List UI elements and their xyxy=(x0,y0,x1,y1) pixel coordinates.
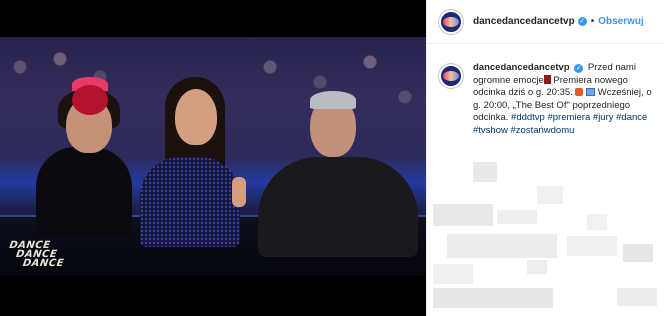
header-separator: • xyxy=(590,16,595,27)
pixelated-comment xyxy=(587,214,607,230)
judge-3-hair xyxy=(310,91,356,109)
judge-1-hat xyxy=(72,85,108,115)
avatar[interactable] xyxy=(439,9,463,34)
follow-button[interactable]: Obserwuj xyxy=(598,16,644,27)
pixelated-comment xyxy=(537,186,563,204)
pixelated-comment xyxy=(433,264,473,284)
emoji-icon xyxy=(543,74,551,84)
hashtag[interactable]: #premiera xyxy=(547,112,590,123)
show-logo: DANCE DANCE DANCE xyxy=(6,240,76,269)
emoji-icon xyxy=(575,88,584,96)
pixelated-comment xyxy=(617,288,657,306)
emoji-icon xyxy=(586,88,596,96)
judge-3-jacket xyxy=(258,157,418,257)
pixelated-comment xyxy=(473,162,497,182)
caption-text: dancedancedancetvp ✓ Przed nami ogromne … xyxy=(473,62,657,137)
header-username[interactable]: dancedancedancetvp xyxy=(473,16,575,27)
hashtag[interactable]: #dance xyxy=(616,112,647,123)
pixelated-comment xyxy=(447,234,557,258)
judge-2-hand xyxy=(232,177,246,207)
pixelated-comment xyxy=(433,288,553,308)
caption: dancedancedancetvp ✓ Przed nami ogromne … xyxy=(439,62,659,137)
post-side-panel: dancedancedancetvp ✓ • Obserwuj dancedan… xyxy=(426,0,664,316)
hashtag[interactable]: #zostańwdomu xyxy=(511,125,575,136)
avatar-logo-icon xyxy=(443,71,459,81)
caption-username[interactable]: dancedancedancetvp xyxy=(473,62,570,73)
hashtag[interactable]: #dddtvp xyxy=(511,112,545,123)
hashtag[interactable]: #tvshow xyxy=(473,125,508,136)
caption-avatar[interactable] xyxy=(439,64,463,88)
verified-badge-icon: ✓ xyxy=(577,17,587,26)
judge-2-body xyxy=(140,157,240,247)
avatar-logo-icon xyxy=(443,16,459,27)
pixelated-comment xyxy=(623,244,653,262)
pixelated-comment xyxy=(433,204,493,226)
judge-1-body xyxy=(36,147,132,237)
judge-2-face xyxy=(175,89,217,145)
pixelated-comment xyxy=(497,210,537,224)
pixelated-comment xyxy=(527,260,547,274)
logo-word-3: DANCE xyxy=(22,258,65,269)
post-header: dancedancedancetvp ✓ • Obserwuj xyxy=(427,0,664,44)
pixelated-comment xyxy=(567,236,617,256)
verified-badge-icon: ✓ xyxy=(574,64,584,73)
hashtag[interactable]: #jury xyxy=(593,112,614,123)
post-image-area[interactable]: DANCE DANCE DANCE xyxy=(0,0,426,316)
